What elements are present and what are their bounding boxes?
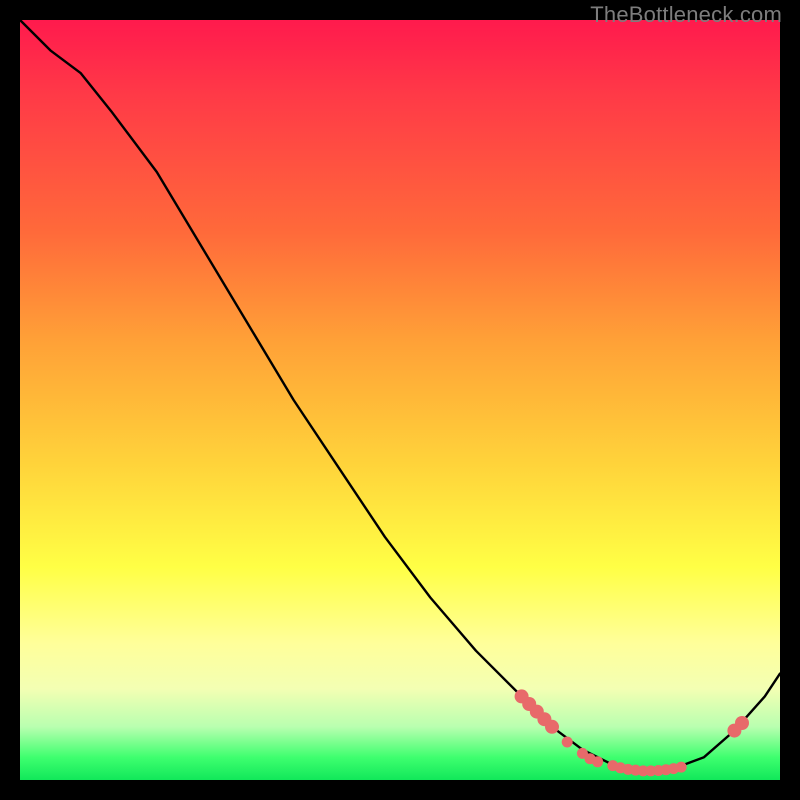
curve-markers bbox=[515, 689, 749, 776]
watermark-text: TheBottleneck.com bbox=[590, 2, 782, 28]
chart-gradient-area bbox=[20, 20, 780, 780]
curve-marker bbox=[545, 720, 559, 734]
curve-marker bbox=[562, 737, 573, 748]
curve-marker bbox=[735, 716, 749, 730]
curve-marker bbox=[592, 756, 603, 767]
curve-marker bbox=[676, 762, 687, 773]
bottleneck-curve bbox=[20, 20, 780, 772]
chart-frame: TheBottleneck.com bbox=[0, 0, 800, 800]
chart-svg bbox=[20, 20, 780, 780]
